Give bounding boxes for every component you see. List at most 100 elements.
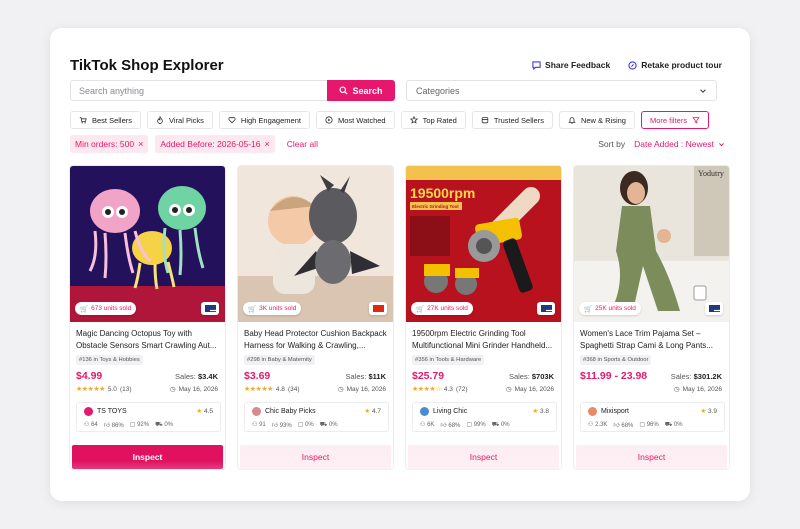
sort-dropdown[interactable]: Date Added : Newest <box>634 139 725 149</box>
product-price: $11.99 - 23.98 <box>580 370 648 382</box>
date-added: ◷ May 16, 2026 <box>169 385 218 394</box>
share-feedback-label: Share Feedback <box>545 60 611 70</box>
clear-all-link[interactable]: Clear all <box>287 139 598 149</box>
ship-stat: ▢ 96% <box>639 421 658 429</box>
product-card[interactable]: 🛒 3K units sold Baby Head Protector Cush… <box>237 165 394 470</box>
product-card[interactable]: 19500rpm Electric Grinding Tool 🛒 27K un… <box>405 165 562 470</box>
positive-value: 68% <box>448 423 461 429</box>
truck-icon: ⛟ <box>155 422 163 428</box>
active-filter-chip[interactable]: Min orders: 500 × <box>70 135 149 153</box>
sales-label: Sales: <box>175 372 196 381</box>
chip-most-watched[interactable]: Most Watched <box>315 111 395 129</box>
categories-select[interactable]: Categories <box>406 80 717 101</box>
star-icon: ★ <box>196 408 203 415</box>
product-name[interactable]: 19500rpm Electric Grinding Tool Multifun… <box>412 328 558 352</box>
chip-label: High Engagement <box>240 115 301 125</box>
search-icon <box>339 86 348 95</box>
positive-stat: 👍︎ 68% <box>440 421 460 429</box>
sales-label: Sales: <box>670 372 692 381</box>
close-icon[interactable]: × <box>265 139 270 149</box>
rating-count: (72) <box>455 385 468 393</box>
shop-stats: ⚇ 64 👍︎ 86% ▢ 92% ⛟ 0% <box>84 421 173 429</box>
return-value: 0% <box>164 422 173 428</box>
clock-icon: ◷ <box>169 386 176 393</box>
clear-all-label: Clear all <box>286 139 318 149</box>
shop-info[interactable]: Mixisport ★ 3.9 ⚇ 2.3K 👍︎ 68% ▢ 96% ⛟ 0% <box>580 402 725 432</box>
date-added: ◷ May 16, 2026 <box>505 385 554 394</box>
date-text: May 16, 2026 <box>346 385 386 393</box>
product-name[interactable]: Baby Head Protector Cushion Backpack Har… <box>244 328 390 352</box>
rating-value: 4.3 <box>443 385 453 393</box>
active-filter-chip[interactable]: Added Before: 2026-05-16 × <box>155 135 275 153</box>
search-input[interactable] <box>70 80 327 101</box>
units-sold-text: 673 units sold <box>91 305 132 312</box>
search-button[interactable]: Search <box>327 80 395 101</box>
shop-info[interactable]: Chic Baby Picks ★ 4.7 ⚇ 91 👍︎ 93% ▢ 0% ⛟… <box>244 402 389 432</box>
clock-icon: ◷ <box>673 386 680 393</box>
categories-placeholder: Categories <box>416 85 460 96</box>
ship-value: 99% <box>473 422 486 428</box>
positive-value: 86% <box>111 423 124 429</box>
sales-amount: $703K <box>531 372 554 381</box>
chip-trusted-sellers[interactable]: Trusted Sellers <box>471 111 553 129</box>
rating-count: (13) <box>119 385 132 393</box>
chip-high-engagement[interactable]: High Engagement <box>218 111 310 129</box>
truck-icon: ⛟ <box>491 422 500 428</box>
shop-rating-value: 3.8 <box>539 408 549 415</box>
play-icon <box>325 116 333 124</box>
shop-name-row: Chic Baby Picks <box>252 407 316 416</box>
sort-value: Date Added : Newest <box>634 139 714 149</box>
chip-top-rated[interactable]: Top Rated <box>400 111 466 129</box>
followers-stat: ⚇ 2.3K <box>588 421 607 429</box>
product-grid: 🛒 673 units sold Magic Dancing Octopus T… <box>69 165 730 470</box>
rating-value: 4.8 <box>275 385 285 393</box>
cart-icon: 🛒 <box>584 305 593 313</box>
bell-icon <box>568 117 576 124</box>
share-feedback-link[interactable]: Share Feedback <box>532 60 610 70</box>
header: TikTok Shop Explorer Share Feedback Reta… <box>70 55 722 75</box>
product-price: $4.99 <box>76 370 103 382</box>
return-stat: ⛟ 0% <box>320 421 338 429</box>
sales-value: Sales: $301.2K <box>671 372 722 381</box>
baby-head-protector-image <box>238 166 393 322</box>
compass-icon <box>628 60 637 70</box>
shop-name-row: Living Chic <box>420 407 467 416</box>
followers-value: 6K <box>427 422 435 428</box>
shop-info[interactable]: TS TOYS ★ 4.5 ⚇ 64 👍︎ 86% ▢ 92% ⛟ 0% <box>76 402 221 432</box>
product-image <box>70 166 225 322</box>
product-name[interactable]: Women's Lace Trim Pajama Set – Spaghetti… <box>580 328 726 352</box>
chip-label: Most Watched <box>337 115 386 125</box>
chip-label: Top Rated <box>422 115 457 125</box>
shop-logo <box>252 407 261 416</box>
clock-icon: ◷ <box>505 386 512 393</box>
pajama-set-image: Yodutry <box>574 166 729 322</box>
product-name[interactable]: Magic Dancing Octopus Toy with Obstacle … <box>76 328 222 352</box>
rating-count: (34) <box>287 385 300 393</box>
units-sold-badge: 🛒 3K units sold <box>243 302 302 315</box>
chip-label: Viral Picks <box>169 115 204 125</box>
close-icon[interactable]: × <box>138 139 143 149</box>
truck-icon: ⛟ <box>664 422 673 428</box>
more-filters-button[interactable]: More filters <box>640 111 710 129</box>
shop-logo <box>420 407 429 416</box>
retake-tour-link[interactable]: Retake product tour <box>628 60 722 70</box>
units-sold-badge: 🛒 673 units sold <box>75 302 137 315</box>
product-card[interactable]: 🛒 673 units sold Magic Dancing Octopus T… <box>69 165 226 470</box>
shop-info[interactable]: Living Chic ★ 3.8 ⚇ 6K 👍︎ 68% ▢ 99% ⛟ 0% <box>412 402 557 432</box>
chip-best-sellers[interactable]: Best Sellers <box>70 111 142 129</box>
chip-viral-picks[interactable]: Viral Picks <box>147 111 213 129</box>
category-rank-badge: #136 in Toys & Hobbies <box>76 355 143 365</box>
shop-name-row: Mixisport <box>588 407 629 416</box>
sales-label: Sales: <box>345 372 367 381</box>
product-card[interactable]: Yodutry 🛒 25K units sold Women's Lace Tr… <box>573 165 730 470</box>
ship-stat: ▢ 92% <box>130 421 149 429</box>
date-added: ◷ May 16, 2026 <box>338 385 386 394</box>
shop-logo <box>84 407 93 416</box>
flame-icon <box>157 116 163 124</box>
chip-new-rising[interactable]: New & Rising <box>558 111 635 129</box>
shop-rating: ★ 3.8 <box>532 407 549 415</box>
us-flag-icon <box>201 302 219 315</box>
box-icon: ▢ <box>297 422 304 428</box>
chip-label: Trusted Sellers <box>493 115 544 125</box>
cart-icon: 🛒 <box>80 305 89 313</box>
